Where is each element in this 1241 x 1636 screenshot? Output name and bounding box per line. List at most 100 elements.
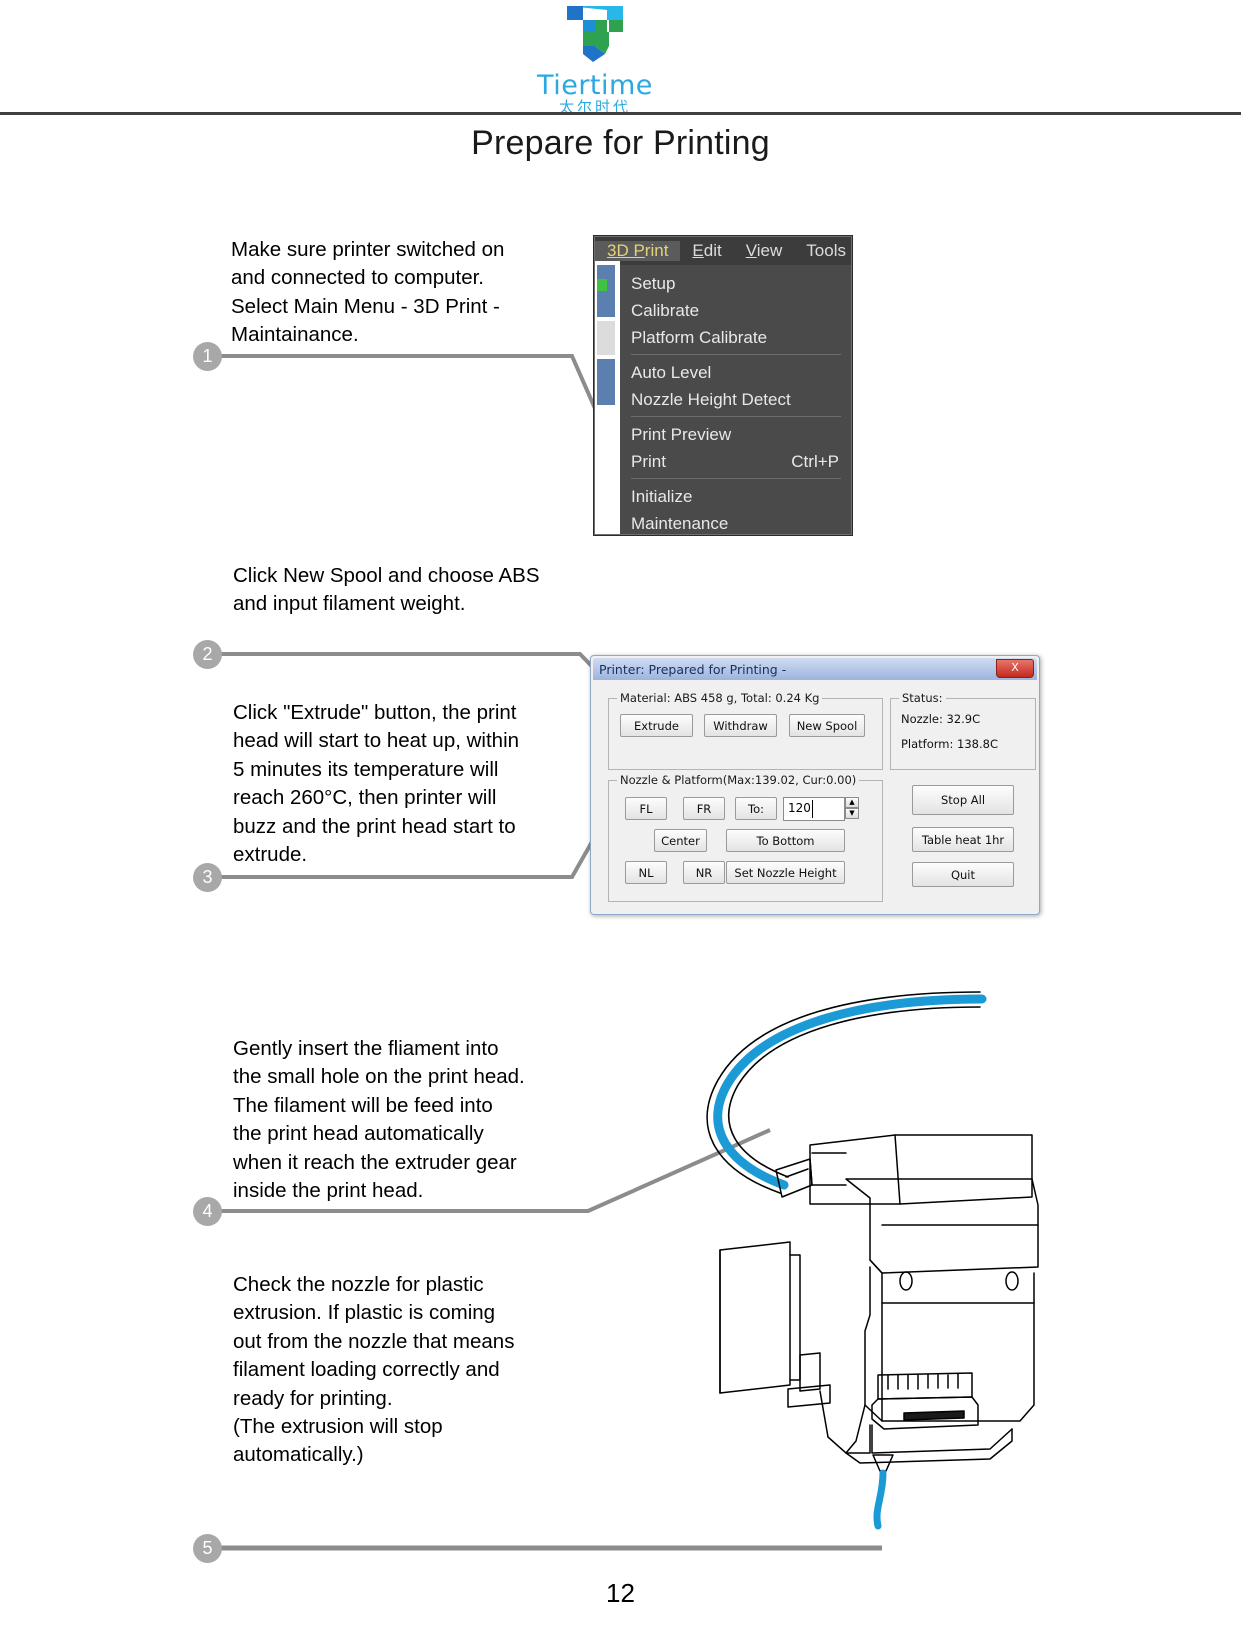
close-icon[interactable]: X <box>996 659 1034 678</box>
nozzle-platform-group-legend: Nozzle & Platform(Max:139.02, Cur:0.00) <box>617 773 860 787</box>
tiertime-logo-icon <box>536 2 654 71</box>
maintenance-dialog: Printer: Prepared for Printing - X Mater… <box>590 655 1040 915</box>
step-4-line-6: inside the print head. <box>233 1179 424 1203</box>
withdraw-button[interactable]: Withdraw <box>704 714 777 737</box>
to-button[interactable]: To: <box>735 797 777 820</box>
menu-item-print[interactable]: Print Ctrl+P <box>620 448 851 475</box>
menu-separator <box>631 354 841 355</box>
step-1-line-3: Select Main Menu - 3D Print - <box>231 294 500 318</box>
tiertime-logo: Tiertime 太尔时代 <box>536 2 654 116</box>
text-caret <box>812 800 813 818</box>
menu-screenshot: 3D Print Edit View Tools Setup Calibrate… <box>594 236 852 535</box>
chevron-down-icon[interactable]: ▼ <box>845 808 859 819</box>
dialog-title: Printer: Prepared for Printing - <box>599 661 787 677</box>
step-1-line-1: Make sure printer switched on <box>231 238 505 261</box>
material-group-legend: Material: ABS 458 g, Total: 0.24 Kg <box>617 691 823 705</box>
menu-item-initialize[interactable]: Initialize <box>620 483 851 510</box>
step-4-line-3: The filament will be feed into <box>233 1093 493 1117</box>
menu-item-label: Auto Level <box>631 362 712 382</box>
step-marker-5: 5 <box>193 1534 222 1563</box>
step-5-line-5: ready for printing. <box>233 1386 393 1410</box>
menu-separator <box>631 478 841 479</box>
brand-header: Tiertime 太尔时代 <box>0 0 1241 116</box>
menu-item-auto-level[interactable]: Auto Level <box>620 359 851 386</box>
app-sidebar-strip <box>595 261 620 534</box>
extrude-button[interactable]: Extrude <box>620 714 693 737</box>
menu-item-maintenance[interactable]: Maintenance <box>620 510 851 534</box>
filament-strand <box>713 994 987 1190</box>
menu-item-setup[interactable]: Setup <box>620 270 851 297</box>
step-3-line-6: extrude. <box>233 843 308 867</box>
nozzle-platform-group: Nozzle & Platform(Max:139.02, Cur:0.00) … <box>608 773 883 902</box>
menu-item-platform-calibrate[interactable]: Platform Calibrate <box>620 324 851 351</box>
step-5-line-7: automatically.) <box>233 1443 364 1467</box>
status-group-legend: Status: <box>899 691 946 705</box>
page-title: Prepare for Printing <box>471 124 770 162</box>
step-3-line-4: reach 260°C, then printer will <box>233 786 497 810</box>
material-group: Material: ABS 458 g, Total: 0.24 Kg Extr… <box>608 691 883 770</box>
menu-item-nozzle-height-detect[interactable]: Nozzle Height Detect <box>620 386 851 413</box>
menubar-item-3d-print[interactable]: 3D Print <box>595 241 681 261</box>
brand-name: Tiertime <box>537 70 653 101</box>
dialog-titlebar: Printer: Prepared for Printing - X <box>593 658 1037 680</box>
center-button[interactable]: Center <box>654 829 707 852</box>
app-menubar: 3D Print Edit View Tools <box>595 237 851 265</box>
step-3-line-5: buzz and the print head start to <box>233 814 516 838</box>
fl-button[interactable]: FL <box>625 797 667 820</box>
step-3-line-1: Click "Extrude" button, the print <box>233 701 517 724</box>
step-5-line-3: out from the nozzle that means <box>233 1329 515 1353</box>
step-4-line-2: the small hole on the print head. <box>233 1065 525 1089</box>
step-4-line-4: the print head automatically <box>233 1122 484 1146</box>
nl-button[interactable]: NL <box>625 861 667 884</box>
menubar-item-tools[interactable]: Tools <box>794 241 851 261</box>
new-spool-button[interactable]: New Spool <box>789 714 865 737</box>
stop-all-button[interactable]: Stop All <box>912 785 1014 815</box>
step-2-line-2: and input filament weight. <box>233 592 466 616</box>
3d-print-dropdown: Setup Calibrate Platform Calibrate Auto … <box>620 265 851 534</box>
step-marker-2: 2 <box>193 640 222 669</box>
dialog-body: Material: ABS 458 g, Total: 0.24 Kg Extr… <box>594 682 1036 911</box>
step-3-line-2: head will start to heat up, within <box>233 729 520 753</box>
to-bottom-button[interactable]: To Bottom <box>726 829 845 852</box>
step-2-text: Click New Spool and choose ABS and input… <box>233 562 569 619</box>
menubar-item-edit[interactable]: Edit <box>680 241 733 261</box>
step-2-line-1: Click New Spool and choose ABS <box>233 564 540 587</box>
menu-item-label: Platform Calibrate <box>631 327 768 347</box>
table-heat-1hr-button[interactable]: Table heat 1hr <box>912 827 1014 852</box>
quit-button[interactable]: Quit <box>912 862 1014 887</box>
status-group: Status: Nozzle: 32.9C Platform: 138.8C <box>890 691 1036 770</box>
step-5-line-6: (The extrusion will stop <box>233 1415 443 1439</box>
menu-item-label: Print Preview <box>631 424 732 444</box>
menu-item-label: Maintenance <box>631 513 729 533</box>
step-marker-4: 4 <box>193 1197 222 1226</box>
header-divider <box>0 112 1241 115</box>
fr-button[interactable]: FR <box>683 797 725 820</box>
step-marker-3: 3 <box>193 863 222 892</box>
step-4-line-5: when it reach the extruder gear <box>233 1150 517 1174</box>
to-temperature-input[interactable]: 120 <box>783 797 845 821</box>
step-5-text: Check the nozzle for plastic extrusion. … <box>233 1271 564 1470</box>
extruded-filament <box>873 1469 887 1530</box>
set-nozzle-height-button[interactable]: Set Nozzle Height <box>726 861 845 884</box>
step-3-text: Click "Extrude" button, the print head w… <box>233 699 568 869</box>
step-4-line-1: Gently insert the fliament into <box>233 1037 499 1060</box>
menubar-item-view[interactable]: View <box>734 241 795 261</box>
menu-item-calibrate[interactable]: Calibrate <box>620 297 851 324</box>
step-5-line-1: Check the nozzle for plastic <box>233 1273 484 1296</box>
printhead-diagram <box>660 985 1060 1530</box>
platform-temperature-value: Platform: 138.8C <box>901 737 998 751</box>
nr-button[interactable]: NR <box>683 861 725 884</box>
menu-item-print-preview[interactable]: Print Preview <box>620 421 851 448</box>
chevron-up-icon[interactable]: ▲ <box>845 797 859 808</box>
menu-item-label: Setup <box>631 273 676 293</box>
menu-item-label: Calibrate <box>631 300 700 320</box>
step-3-line-3: 5 minutes its temperature will <box>233 757 499 781</box>
menu-item-label: Print <box>631 451 666 471</box>
step-5-line-4: filament loading correctly and <box>233 1358 500 1382</box>
step-1-line-2: and connected to computer. <box>231 266 485 290</box>
step-marker-1: 1 <box>193 342 222 371</box>
step-1-text: Make sure printer switched on and connec… <box>231 236 564 350</box>
to-temperature-stepper[interactable]: ▲ ▼ <box>845 797 859 819</box>
step-5-line-2: extrusion. If plastic is coming <box>233 1301 496 1325</box>
page-number: 12 <box>606 1578 635 1608</box>
